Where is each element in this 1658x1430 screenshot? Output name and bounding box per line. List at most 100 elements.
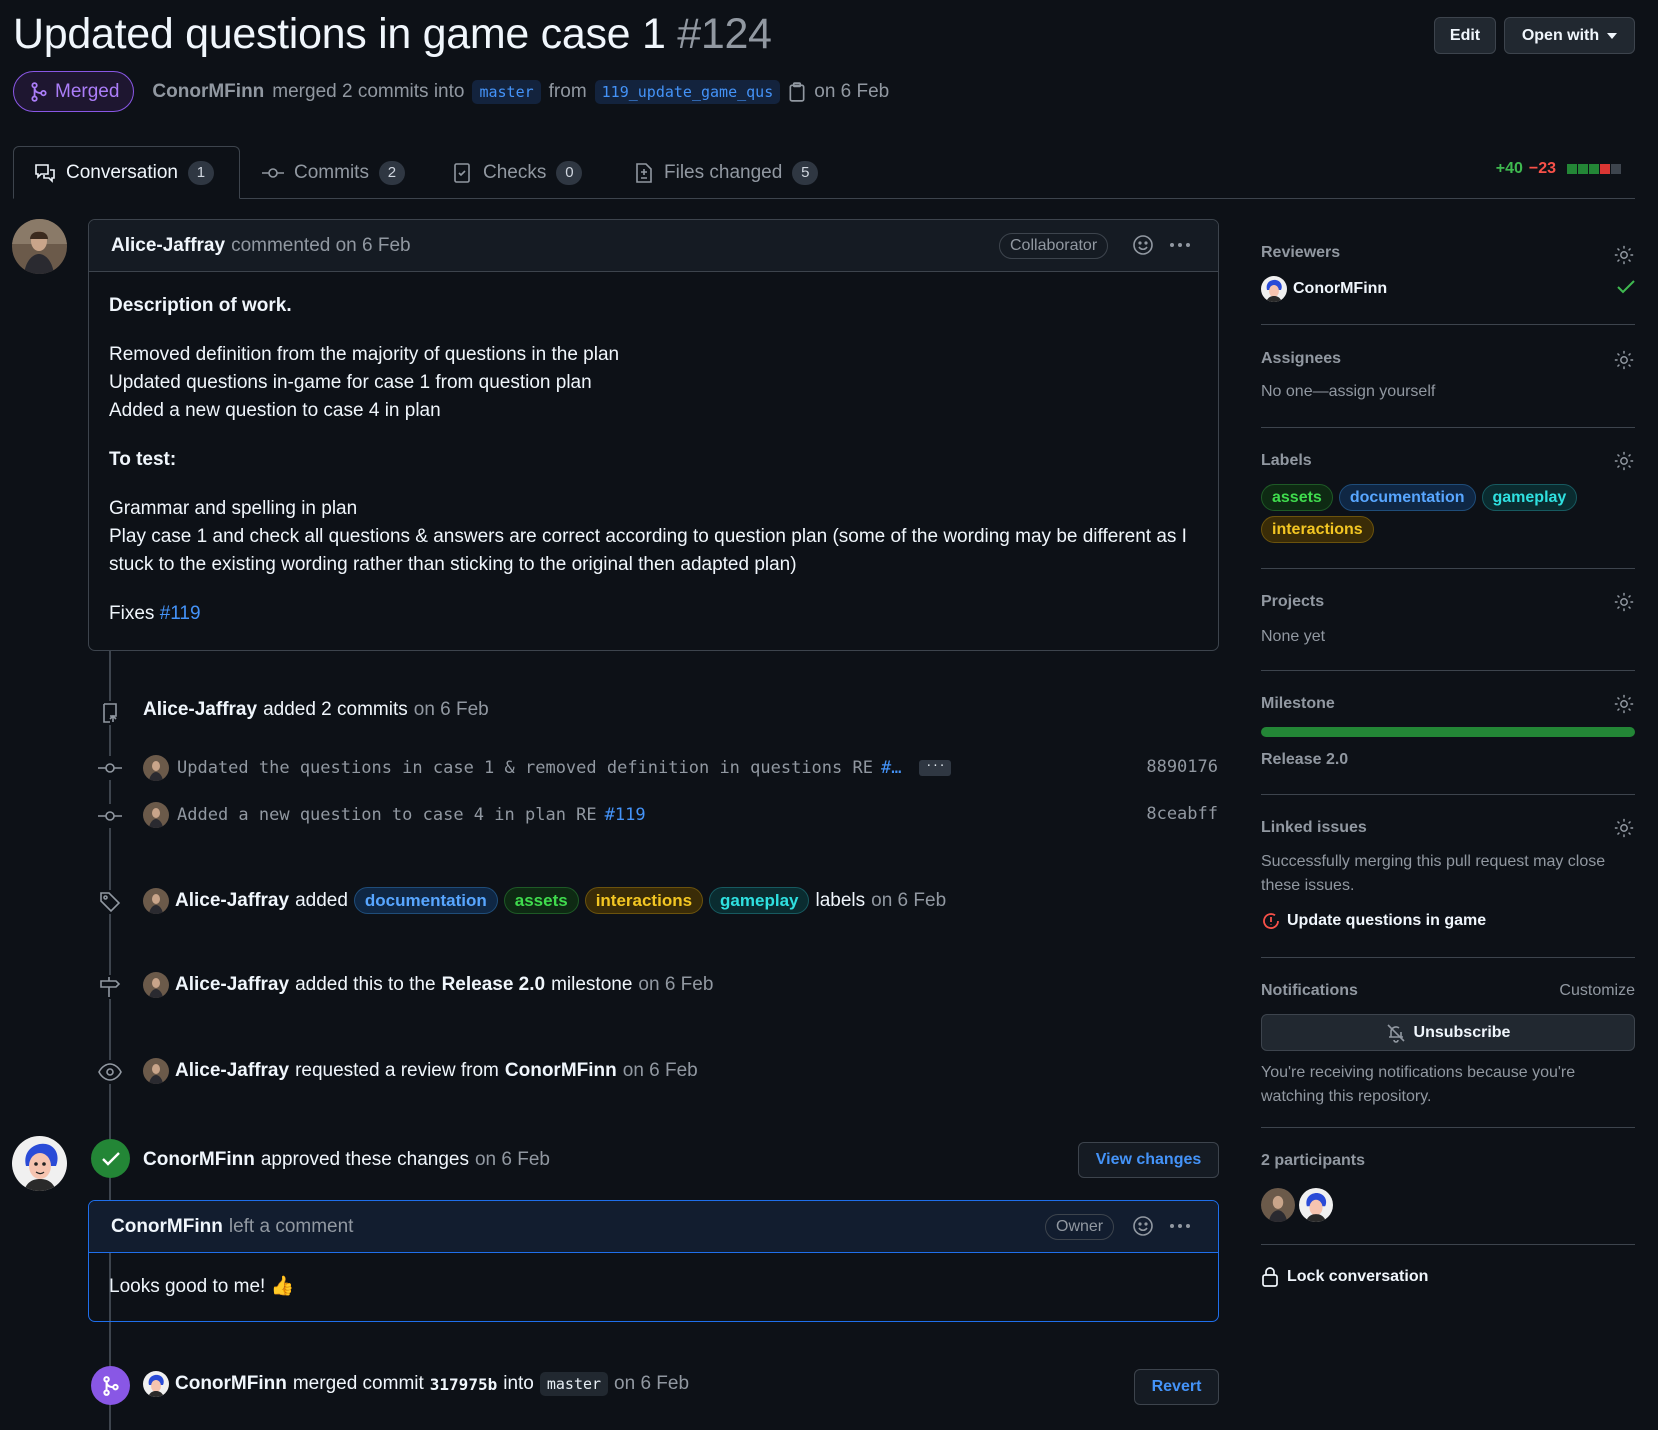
- projects-title[interactable]: Projects: [1261, 593, 1324, 611]
- gear-icon[interactable]: [1613, 450, 1635, 472]
- reviewer-avatar: [1261, 276, 1287, 302]
- assignees-text[interactable]: No one—assign yourself: [1261, 380, 1435, 404]
- kebab-menu-icon[interactable]: [1170, 1224, 1190, 1228]
- opening-comment-body: Description of work. Removed definition …: [89, 272, 1218, 648]
- merged-state-badge: Merged: [13, 71, 135, 112]
- event-text: approved these changes: [260, 1149, 469, 1170]
- view-changes-button[interactable]: View changes: [1078, 1142, 1219, 1178]
- commit-issue-link[interactable]: #…: [881, 758, 901, 778]
- commit-sha[interactable]: 8ceabff: [1146, 804, 1218, 824]
- git-commit-icon: [98, 804, 122, 828]
- milestone-name[interactable]: Release 2.0: [1261, 751, 1348, 769]
- base-branch[interactable]: master: [472, 79, 541, 104]
- assignees-title[interactable]: Assignees: [1261, 350, 1341, 368]
- label-documentation[interactable]: documentation: [1338, 484, 1476, 511]
- file-diff-icon: [636, 162, 652, 183]
- git-commit-icon: [98, 756, 122, 780]
- participant-avatar[interactable]: [1261, 1188, 1295, 1222]
- description-line: Updated questions in-game for case 1 fro…: [109, 372, 592, 393]
- gear-icon[interactable]: [1613, 817, 1635, 839]
- sidebar-linked-issues: Linked issues Successfully merging this …: [1261, 795, 1635, 958]
- milestone-title[interactable]: Milestone: [1261, 695, 1335, 713]
- smiley-icon[interactable]: [1132, 234, 1154, 256]
- event-actor[interactable]: ConorMFinn: [143, 1149, 255, 1171]
- projects-text: None yet: [1261, 628, 1326, 645]
- participants-title: 2 participants: [1261, 1152, 1366, 1169]
- comment-discussion-icon: [35, 163, 55, 183]
- merge-commit-sha[interactable]: 317975b: [430, 1375, 497, 1394]
- participant-avatars: [1261, 1188, 1333, 1222]
- copy-icon[interactable]: [788, 81, 806, 102]
- commit-sha[interactable]: 8890176: [1146, 757, 1218, 777]
- lock-conversation-label: Lock conversation: [1287, 1268, 1429, 1285]
- fixes-line: Fixes #119: [109, 600, 1198, 628]
- to-test-line: Grammar and spelling in plan: [109, 498, 358, 519]
- merge-author[interactable]: ConorMFinn: [152, 81, 264, 103]
- label-interactions[interactable]: interactions: [1261, 516, 1374, 543]
- reviewer-item[interactable]: ConorMFinn: [1261, 276, 1387, 302]
- participant-avatar[interactable]: [1299, 1188, 1333, 1222]
- merge-target-branch[interactable]: master: [539, 1372, 609, 1396]
- label-gameplay[interactable]: gameplay: [709, 887, 810, 914]
- pr-title: Updated questions in game case 1 #124: [13, 10, 772, 59]
- label-interactions[interactable]: interactions: [584, 887, 704, 914]
- commit-message[interactable]: Updated the questions in case 1 & remove…: [177, 758, 873, 778]
- customize-link[interactable]: Customize: [1559, 982, 1635, 1000]
- smiley-icon[interactable]: [1132, 1215, 1154, 1237]
- event-actor[interactable]: ConorMFinn: [175, 1373, 287, 1395]
- pr-meta: Merged ConorMFinn merged 2 commits into …: [13, 71, 889, 112]
- event-actor[interactable]: Alice-Jaffray: [175, 890, 289, 912]
- tab-commits-label: Commits: [294, 161, 369, 183]
- gear-icon[interactable]: [1613, 591, 1635, 613]
- kebab-menu-icon[interactable]: [1170, 243, 1190, 247]
- head-branch[interactable]: 119_update_game_qus: [594, 79, 781, 104]
- tab-conversation[interactable]: Conversation 1: [13, 146, 240, 199]
- comment-author[interactable]: Alice-Jaffray: [111, 235, 225, 257]
- merge-text: merged 2 commits into: [272, 80, 465, 102]
- commit-author-avatar[interactable]: [143, 755, 169, 781]
- label-gameplay[interactable]: gameplay: [1481, 484, 1578, 511]
- event-actor[interactable]: Alice-Jaffray: [143, 699, 257, 721]
- expand-commit-button[interactable]: ···: [919, 760, 952, 776]
- tab-files-changed[interactable]: Files changed 5: [634, 146, 819, 199]
- linked-issue-title: Update questions in game: [1287, 912, 1487, 929]
- reviewers-title[interactable]: Reviewers: [1261, 244, 1340, 262]
- lock-conversation[interactable]: Lock conversation: [1261, 1266, 1428, 1288]
- gear-icon[interactable]: [1613, 693, 1635, 715]
- review-comment: ConorMFinn left a comment Owner Looks go…: [88, 1200, 1219, 1322]
- actor-avatar[interactable]: [143, 1058, 169, 1084]
- label-assets[interactable]: assets: [1261, 484, 1333, 511]
- milestone-link[interactable]: Release 2.0: [442, 974, 546, 996]
- commit-message[interactable]: Added a new question to case 4 in plan R…: [177, 805, 597, 825]
- linked-issues-title[interactable]: Linked issues: [1261, 819, 1367, 837]
- label-assets[interactable]: assets: [503, 887, 579, 914]
- tab-checks[interactable]: Checks 0: [453, 146, 583, 199]
- tab-commits[interactable]: Commits 2: [262, 146, 405, 199]
- revert-button[interactable]: Revert: [1134, 1369, 1219, 1405]
- avatar-alice-jaffray[interactable]: [12, 219, 67, 274]
- unsubscribe-button[interactable]: Unsubscribe: [1261, 1014, 1635, 1051]
- avatar-conormfinn[interactable]: [12, 1136, 67, 1191]
- unsubscribe-label: Unsubscribe: [1413, 1023, 1511, 1041]
- actor-avatar[interactable]: [143, 1371, 169, 1397]
- gear-icon[interactable]: [1613, 244, 1635, 266]
- linked-issue[interactable]: Update questions in game: [1261, 911, 1486, 931]
- comment-author[interactable]: ConorMFinn: [111, 1216, 223, 1238]
- fixes-issue-link[interactable]: #119: [160, 603, 201, 624]
- event-actor[interactable]: Alice-Jaffray: [175, 974, 289, 996]
- event-date: on 6 Feb: [871, 889, 947, 911]
- commit-issue-link[interactable]: #119: [605, 805, 646, 825]
- linked-issues-text: Successfully merging this pull request m…: [1261, 853, 1606, 894]
- event-date: on 6 Feb: [614, 1373, 690, 1394]
- event-actor[interactable]: Alice-Jaffray: [175, 1060, 289, 1082]
- requested-reviewer[interactable]: ConorMFinn: [505, 1060, 617, 1082]
- event-text: added: [295, 889, 348, 911]
- actor-avatar[interactable]: [143, 972, 169, 998]
- description-line: Added a new question to case 4 in plan: [109, 400, 441, 421]
- labels-title[interactable]: Labels: [1261, 452, 1312, 470]
- commit-author-avatar[interactable]: [143, 802, 169, 828]
- label-documentation[interactable]: documentation: [353, 887, 498, 914]
- actor-avatar[interactable]: [143, 887, 169, 914]
- merge-event: ConorMFinn merged commit 317975b into ma…: [143, 1371, 689, 1397]
- gear-icon[interactable]: [1613, 349, 1635, 371]
